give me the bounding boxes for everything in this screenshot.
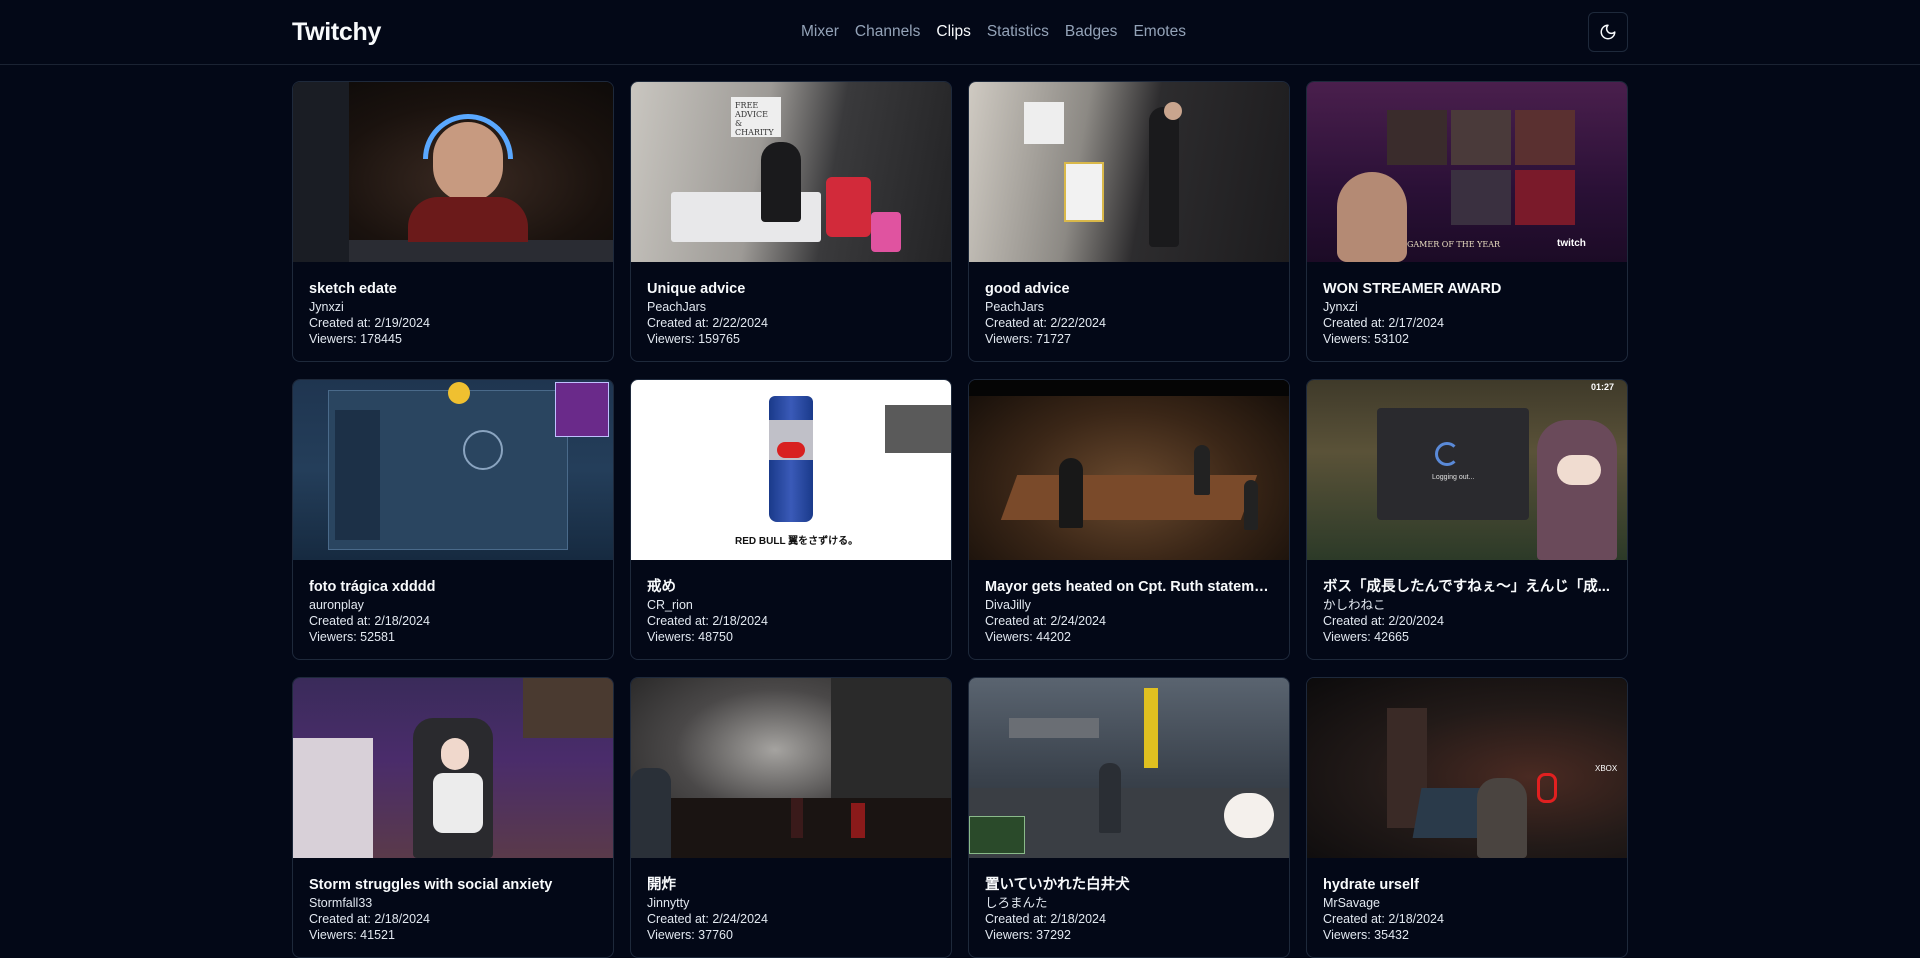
clip-card[interactable]: sketch edate Jynxzi Created at: 2/19/202… bbox=[292, 81, 614, 362]
clip-viewers: Viewers: 71727 bbox=[985, 332, 1071, 346]
clip-created: Created at: 2/22/2024 bbox=[985, 316, 1106, 330]
clip-created: Created at: 2/18/2024 bbox=[309, 614, 430, 628]
clip-thumbnail bbox=[293, 380, 613, 560]
clip-thumbnail bbox=[969, 82, 1289, 262]
clip-thumbnail bbox=[293, 82, 613, 262]
clip-title: ボス「成長したんですねぇ〜」えんじ「成... bbox=[1323, 579, 1610, 595]
thumb-sign: FREE ADVICE & CHARITY bbox=[731, 97, 781, 137]
thumb-award-text: GAMER OF THE YEAR bbox=[1407, 240, 1501, 249]
clip-created: Created at: 2/20/2024 bbox=[1323, 614, 1444, 628]
clip-card[interactable]: FREE ADVICE & CHARITY Unique advice Peac… bbox=[630, 81, 952, 362]
clip-channel: Jinnytty bbox=[647, 896, 690, 910]
main-nav: Mixer Channels Clips Statistics Badges E… bbox=[801, 23, 1186, 41]
thumb-twitch-text: twitch bbox=[1557, 238, 1586, 249]
clip-channel: DivaJilly bbox=[985, 598, 1031, 612]
clip-channel: MrSavage bbox=[1323, 896, 1380, 910]
clip-thumbnail: XBOX bbox=[1307, 678, 1627, 858]
theme-toggle-button[interactable] bbox=[1588, 12, 1628, 52]
clip-card[interactable]: XBOX hydrate urself MrSavage Created at:… bbox=[1306, 677, 1628, 958]
thumb-status-text: Logging out... bbox=[1432, 474, 1475, 481]
clip-title: Mayor gets heated on Cpt. Ruth statement bbox=[985, 579, 1273, 595]
clip-viewers: Viewers: 41521 bbox=[309, 928, 395, 942]
clip-thumbnail bbox=[969, 678, 1289, 858]
clip-thumbnail bbox=[293, 678, 613, 858]
clip-thumbnail: FREE ADVICE & CHARITY bbox=[631, 82, 951, 262]
clip-title: WON STREAMER AWARD bbox=[1323, 281, 1502, 297]
clip-thumbnail bbox=[969, 380, 1289, 560]
clip-card[interactable]: 開炸 Jinnytty Created at: 2/24/2024 Viewer… bbox=[630, 677, 952, 958]
clip-channel: PeachJars bbox=[647, 300, 707, 314]
clip-card[interactable]: foto trágica xdddd auronplay Created at:… bbox=[292, 379, 614, 660]
clip-card[interactable]: good advice PeachJars Created at: 2/22/2… bbox=[968, 81, 1290, 362]
nav-item-mixer[interactable]: Mixer bbox=[801, 23, 839, 41]
app-logo[interactable]: Twitchy bbox=[292, 18, 381, 47]
clip-viewers: Viewers: 178445 bbox=[309, 332, 402, 346]
clip-viewers: Viewers: 53102 bbox=[1323, 332, 1409, 346]
thumb-caption: RED BULL 翼をさずける。 bbox=[735, 536, 859, 547]
clip-viewers: Viewers: 48750 bbox=[647, 630, 733, 644]
clip-channel: Stormfall33 bbox=[309, 896, 373, 910]
clip-viewers: Viewers: 42665 bbox=[1323, 630, 1409, 644]
clip-title: Storm struggles with social anxiety bbox=[309, 877, 553, 893]
moon-icon bbox=[1600, 24, 1616, 40]
clip-card[interactable]: GAMER OF THE YEAR twitch WON STREAMER AW… bbox=[1306, 81, 1628, 362]
clip-card[interactable]: 置いていかれた白井犬 しろまんた Created at: 2/18/2024 V… bbox=[968, 677, 1290, 958]
clip-title: foto trágica xdddd bbox=[309, 579, 436, 595]
clip-created: Created at: 2/22/2024 bbox=[647, 316, 768, 330]
clip-channel: Jynxzi bbox=[1323, 300, 1358, 314]
clip-title: 置いていかれた白井犬 bbox=[985, 877, 1130, 893]
nav-item-badges[interactable]: Badges bbox=[1065, 23, 1118, 41]
nav-item-statistics[interactable]: Statistics bbox=[987, 23, 1049, 41]
clip-thumbnail bbox=[631, 678, 951, 858]
clip-title: sketch edate bbox=[309, 281, 397, 297]
clip-channel: auronplay bbox=[309, 598, 364, 612]
clip-card[interactable]: RED BULL 翼をさずける。 戒め CR_rion Created at: … bbox=[630, 379, 952, 660]
clip-channel: かしわねこ bbox=[1323, 598, 1386, 612]
clip-channel: PeachJars bbox=[985, 300, 1045, 314]
clip-card[interactable]: Storm struggles with social anxiety Stor… bbox=[292, 677, 614, 958]
clip-created: Created at: 2/24/2024 bbox=[647, 912, 768, 926]
nav-item-emotes[interactable]: Emotes bbox=[1133, 23, 1186, 41]
clip-viewers: Viewers: 37760 bbox=[647, 928, 733, 942]
clip-title: good advice bbox=[985, 281, 1070, 297]
clip-viewers: Viewers: 52581 bbox=[309, 630, 395, 644]
clip-created: Created at: 2/18/2024 bbox=[309, 912, 430, 926]
clip-title: 開炸 bbox=[647, 877, 676, 893]
clip-thumbnail: Logging out... 01:27 bbox=[1307, 380, 1627, 560]
clip-thumbnail: GAMER OF THE YEAR twitch bbox=[1307, 82, 1627, 262]
top-header: Twitchy Mixer Channels Clips Statistics … bbox=[0, 0, 1920, 65]
thumb-timer: 01:27 bbox=[1591, 382, 1615, 392]
clip-created: Created at: 2/24/2024 bbox=[985, 614, 1106, 628]
clip-viewers: Viewers: 159765 bbox=[647, 332, 740, 346]
clip-channel: Jynxzi bbox=[309, 300, 344, 314]
clip-viewers: Viewers: 35432 bbox=[1323, 928, 1409, 942]
clip-thumbnail: RED BULL 翼をさずける。 bbox=[631, 380, 951, 560]
clip-title: hydrate urself bbox=[1323, 877, 1419, 893]
nav-item-channels[interactable]: Channels bbox=[855, 23, 921, 41]
clip-channel: CR_rion bbox=[647, 598, 693, 612]
clip-created: Created at: 2/18/2024 bbox=[1323, 912, 1444, 926]
clip-viewers: Viewers: 44202 bbox=[985, 630, 1071, 644]
clip-created: Created at: 2/18/2024 bbox=[985, 912, 1106, 926]
clip-title: 戒め bbox=[647, 579, 676, 595]
clip-created: Created at: 2/18/2024 bbox=[647, 614, 768, 628]
clip-created: Created at: 2/19/2024 bbox=[309, 316, 430, 330]
clip-channel: しろまんた bbox=[985, 896, 1048, 910]
clip-card[interactable]: Mayor gets heated on Cpt. Ruth statement… bbox=[968, 379, 1290, 660]
clip-title: Unique advice bbox=[647, 281, 746, 297]
clip-card[interactable]: Logging out... 01:27 ボス「成長したんですねぇ〜」えんじ「成… bbox=[1306, 379, 1628, 660]
thumb-xbox-text: XBOX bbox=[1595, 764, 1618, 773]
clip-created: Created at: 2/17/2024 bbox=[1323, 316, 1444, 330]
clip-viewers: Viewers: 37292 bbox=[985, 928, 1071, 942]
clips-grid: sketch edate Jynxzi Created at: 2/19/202… bbox=[292, 81, 1628, 958]
nav-item-clips[interactable]: Clips bbox=[936, 23, 970, 41]
